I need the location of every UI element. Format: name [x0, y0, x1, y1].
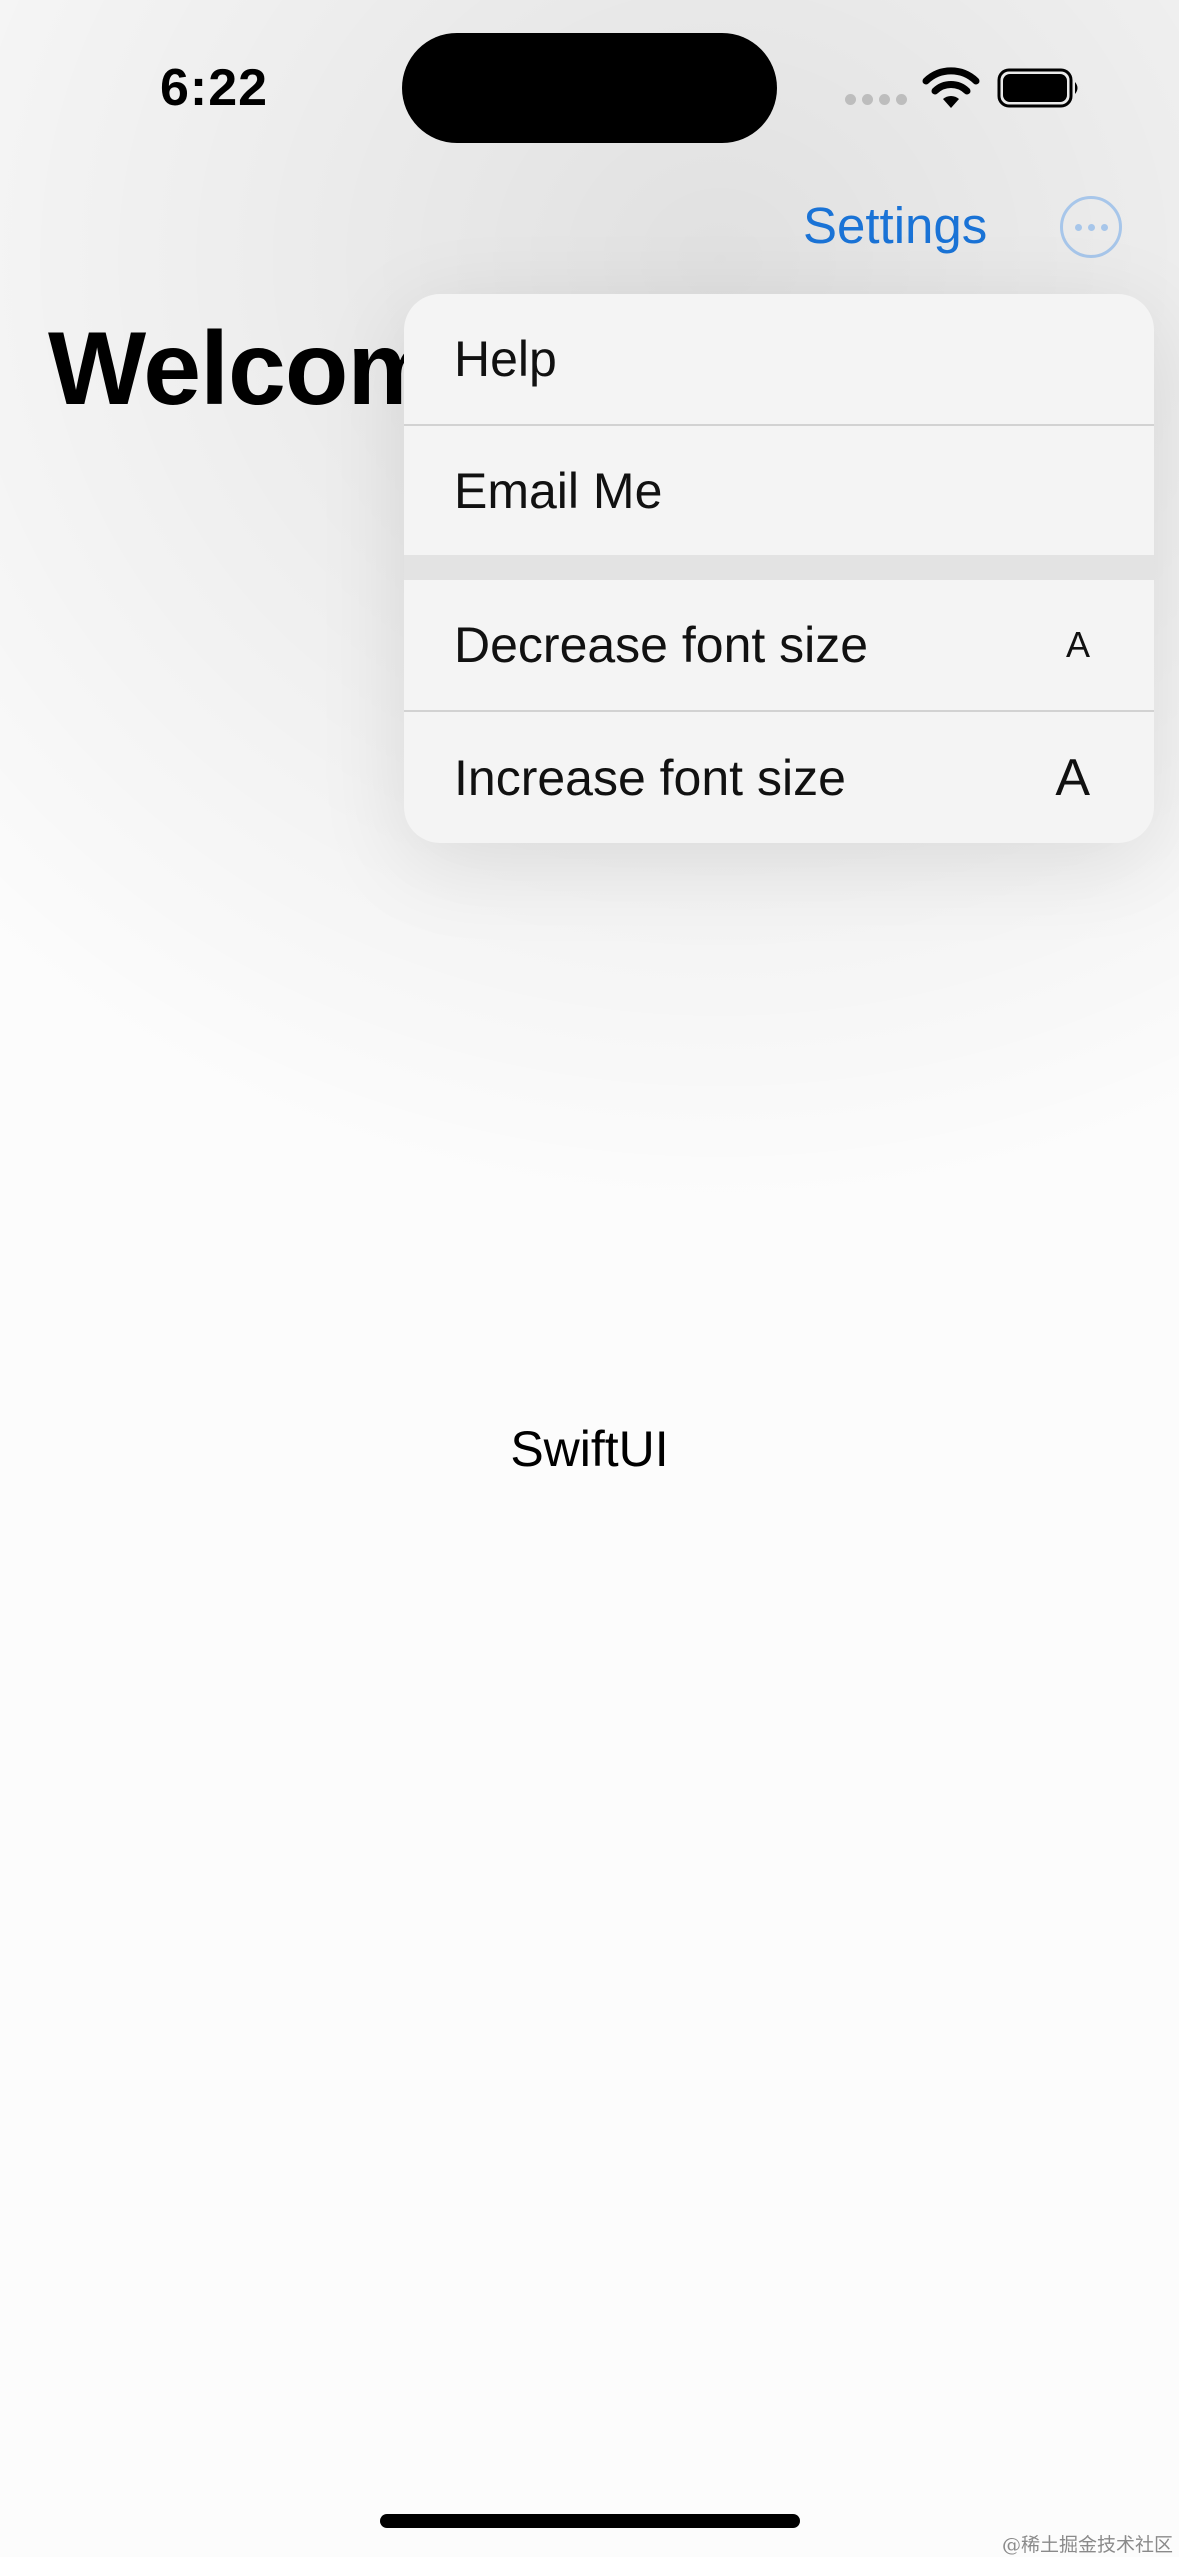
page-title: Welcom — [48, 311, 440, 427]
battery-icon — [997, 68, 1078, 108]
dynamic-island — [402, 33, 777, 143]
menu-item-label: Decrease font size — [454, 617, 869, 673]
menu-item-help[interactable]: Help — [404, 294, 1154, 424]
ellipsis-circle-icon[interactable] — [1060, 196, 1122, 258]
watermark: @稀土掘金技术社区 — [1001, 2534, 1173, 2556]
home-indicator[interactable] — [380, 2514, 800, 2528]
large-letter-a-icon: A — [1055, 748, 1090, 807]
small-letter-a-icon: A — [1065, 624, 1090, 665]
cellular-signal-icon — [845, 94, 907, 105]
menu-item-label: Email Me — [454, 462, 663, 519]
menu-item-email-me[interactable]: Email Me — [404, 426, 1154, 555]
settings-button[interactable]: Settings — [803, 196, 987, 255]
menu-section-gap — [404, 555, 1154, 580]
menu-item-label: Help — [454, 331, 557, 387]
wifi-icon — [922, 67, 980, 108]
menu-item-label: Increase font size — [454, 749, 846, 806]
menu-item-decrease-font-size[interactable]: Decrease font size A — [404, 580, 1154, 710]
status-time: 6:22 — [160, 59, 269, 117]
menu-item-increase-font-size[interactable]: Increase font size A — [404, 712, 1154, 843]
more-menu: Help Email Me Decrease font size A Incre… — [404, 294, 1154, 843]
content-text: SwiftUI — [510, 1421, 669, 1477]
